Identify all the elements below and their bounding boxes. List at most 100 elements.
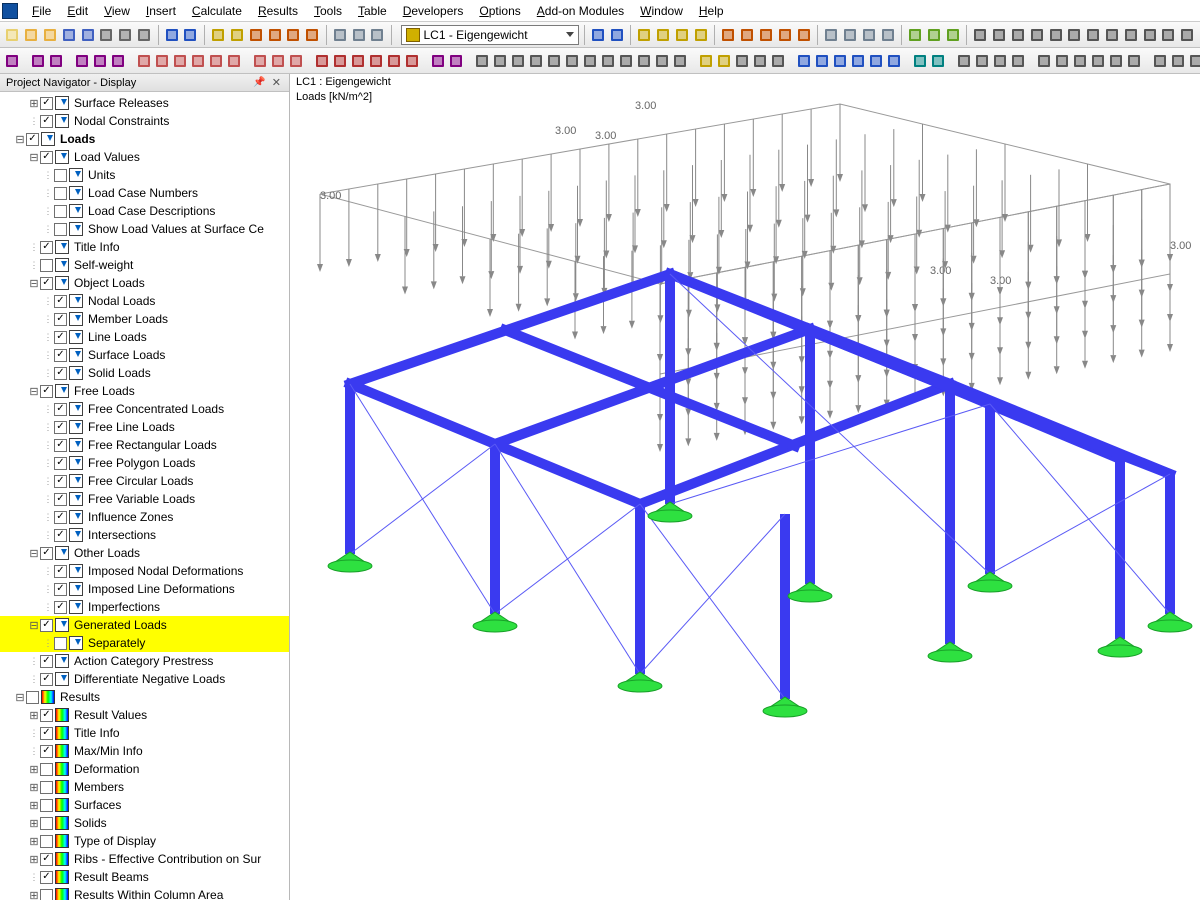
toolbtn-box[interactable] (672, 50, 688, 72)
toolbtn-box[interactable] (1010, 50, 1026, 72)
expand-icon[interactable] (28, 817, 40, 829)
tree-node[interactable]: Other Loads (0, 544, 289, 562)
toolbtn-box[interactable] (1028, 24, 1045, 46)
tree-checkbox[interactable] (54, 511, 67, 524)
toolbtn-box[interactable] (770, 50, 786, 72)
toolbtn-section[interactable] (74, 50, 90, 72)
tree-checkbox[interactable] (54, 313, 67, 326)
tree-checkbox[interactable] (40, 115, 53, 128)
menu-table[interactable]: Table (350, 2, 395, 20)
menu-help[interactable]: Help (691, 2, 732, 20)
tree-checkbox[interactable] (54, 205, 67, 218)
expand-icon[interactable] (28, 709, 40, 721)
tree-checkbox[interactable] (40, 799, 53, 812)
pin-icon[interactable]: 📌 (249, 77, 269, 88)
toolbtn-box[interactable] (1090, 50, 1106, 72)
toolbtn-printprev[interactable] (117, 24, 134, 46)
toolbtn-open[interactable] (23, 24, 40, 46)
menu-view[interactable]: View (96, 2, 138, 20)
tree-checkbox[interactable] (54, 169, 67, 182)
tree-node[interactable]: Free Concentrated Loads (0, 400, 289, 418)
tree-checkbox[interactable] (54, 637, 67, 650)
toolbtn-calc[interactable] (368, 50, 384, 72)
tree-node[interactable]: Load Case Descriptions (0, 202, 289, 220)
tree-checkbox[interactable] (40, 619, 53, 632)
toolbtn-mesh[interactable] (190, 50, 206, 72)
close-icon[interactable]: ✕ (270, 76, 283, 89)
tree-checkbox[interactable] (26, 691, 39, 704)
toolbtn-graph[interactable] (930, 50, 946, 72)
toolbtn-section[interactable] (30, 50, 46, 72)
toolbtn-box[interactable] (528, 50, 544, 72)
tree-node[interactable]: Load Case Numbers (0, 184, 289, 202)
tree-checkbox[interactable] (54, 367, 67, 380)
toolbtn-grid[interactable] (823, 24, 840, 46)
toolbtn-mesh[interactable] (252, 50, 268, 72)
tree-checkbox[interactable] (40, 709, 53, 722)
toolbtn-box[interactable] (972, 24, 989, 46)
toolbtn-nav[interactable] (850, 50, 866, 72)
toolbtn-box[interactable] (956, 50, 972, 72)
tree-checkbox[interactable] (54, 349, 67, 362)
menu-insert[interactable]: Insert (138, 2, 184, 20)
toolbtn-section[interactable] (448, 50, 464, 72)
tree-node[interactable]: Results (0, 688, 289, 706)
toolbtn-saveall[interactable] (79, 24, 96, 46)
toolbtn-box[interactable] (1122, 24, 1139, 46)
tree-node[interactable]: Intersections (0, 526, 289, 544)
tree-node[interactable]: Surface Releases (0, 94, 289, 112)
toolbtn-box[interactable] (1152, 50, 1168, 72)
menu-results[interactable]: Results (250, 2, 306, 20)
toolbtn-box[interactable] (1010, 24, 1027, 46)
toolbtn-table[interactable] (331, 24, 348, 46)
toolbtn-box[interactable] (1141, 24, 1158, 46)
tree-checkbox[interactable] (54, 583, 67, 596)
toolbtn-print[interactable] (136, 24, 153, 46)
expand-icon[interactable] (28, 853, 40, 865)
toolbtn-save[interactable] (60, 24, 77, 46)
toolbtn-box[interactable] (991, 24, 1008, 46)
tree-node[interactable]: Nodal Loads (0, 292, 289, 310)
toolbtn-zoom[interactable] (692, 24, 709, 46)
tree-checkbox[interactable] (54, 565, 67, 578)
toolbtn-mesh[interactable] (288, 50, 304, 72)
toolbtn-box[interactable] (974, 50, 990, 72)
expand-icon[interactable] (28, 799, 40, 811)
toolbtn-box[interactable] (546, 50, 562, 72)
collapse-icon[interactable] (14, 691, 26, 703)
toolbtn-calc[interactable] (332, 50, 348, 72)
toolbtn-nav[interactable] (589, 24, 606, 46)
tree-node[interactable]: Surface Loads (0, 346, 289, 364)
tree-checkbox[interactable] (40, 835, 53, 848)
toolbtn-graph[interactable] (912, 50, 928, 72)
tree-node[interactable]: Members (0, 778, 289, 796)
toolbtn-box[interactable] (992, 50, 1008, 72)
toolbtn-box[interactable] (564, 50, 580, 72)
toolbtn-box[interactable] (1104, 24, 1121, 46)
tree-checkbox[interactable] (40, 385, 53, 398)
tree-checkbox[interactable] (54, 493, 67, 506)
toolbtn-select[interactable] (304, 24, 321, 46)
menu-tools[interactable]: Tools (306, 2, 350, 20)
tree-node[interactable]: Free Polygon Loads (0, 454, 289, 472)
menu-window[interactable]: Window (632, 2, 691, 20)
toolbtn-box[interactable] (618, 50, 634, 72)
toolbtn-zoom[interactable] (673, 24, 690, 46)
toolbtn-select[interactable] (720, 24, 737, 46)
toolbtn-redo[interactable] (182, 24, 199, 46)
tree-checkbox[interactable] (40, 763, 53, 776)
tree-checkbox[interactable] (40, 241, 53, 254)
tree-checkbox[interactable] (54, 295, 67, 308)
collapse-icon[interactable] (28, 277, 40, 289)
tree-checkbox[interactable] (54, 223, 67, 236)
tree-node[interactable]: Imposed Line Deformations (0, 580, 289, 598)
toolbtn-box[interactable] (1170, 50, 1186, 72)
toolbtn-section[interactable] (48, 50, 64, 72)
tree-node[interactable]: Free Variable Loads (0, 490, 289, 508)
model-viewport[interactable]: LC1 : Eigengewicht Loads [kN/m^2] (290, 74, 1200, 900)
toolbtn-select[interactable] (758, 24, 775, 46)
tree-checkbox[interactable] (40, 673, 53, 686)
toolbtn-print[interactable] (98, 24, 115, 46)
toolbtn-section[interactable] (92, 50, 108, 72)
toolbtn-mesh[interactable] (226, 50, 242, 72)
